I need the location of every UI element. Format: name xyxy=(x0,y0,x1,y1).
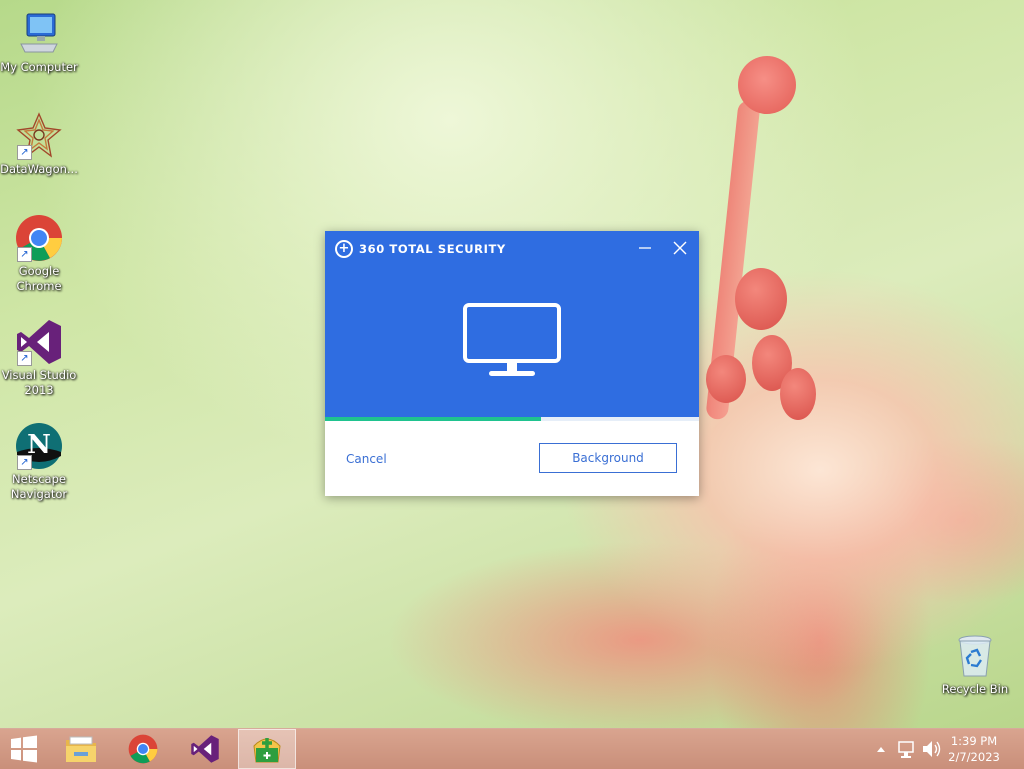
360-logo-icon: + xyxy=(335,240,353,258)
desktop: My Computer ↗ DataWagon... ↗ Google Chro… xyxy=(0,0,1024,728)
dialog-brand: + 360 TOTAL SECURITY xyxy=(335,240,506,258)
desktop-icon-label: DataWagon... xyxy=(0,162,78,176)
visual-studio-icon xyxy=(191,735,219,763)
desktop-icon-netscape[interactable]: N ↗ Netscape Navigator xyxy=(0,422,78,502)
computer-icon xyxy=(15,10,63,58)
chrome-icon: ↗ xyxy=(15,214,63,262)
desktop-icon-visual-studio[interactable]: ↗ Visual Studio 2013 xyxy=(0,318,78,398)
wallpaper-stamen xyxy=(780,368,816,420)
system-tray xyxy=(874,729,942,769)
chrome-icon xyxy=(128,734,158,764)
shortcut-arrow-icon: ↗ xyxy=(17,145,32,160)
dialog-header: + 360 TOTAL SECURITY xyxy=(325,231,699,417)
background-button[interactable]: Background xyxy=(539,443,677,473)
taskbar-file-explorer[interactable] xyxy=(52,729,110,769)
desktop-icon-datawagon[interactable]: ↗ DataWagon... xyxy=(0,112,78,177)
clock-date: 2/7/2023 xyxy=(948,750,1000,764)
360-security-dialog: + 360 TOTAL SECURITY Cancel Background xyxy=(325,231,699,496)
taskbar-visual-studio[interactable] xyxy=(176,729,234,769)
visual-studio-icon: ↗ xyxy=(15,318,63,366)
desktop-icon-label: Netscape Navigator xyxy=(10,472,68,501)
volume-icon[interactable] xyxy=(920,729,942,769)
dialog-title: 360 TOTAL SECURITY xyxy=(359,242,506,256)
shortcut-arrow-icon: ↗ xyxy=(17,351,32,366)
taskbar-clock[interactable]: 1:39 PM 2/7/2023 xyxy=(944,733,1004,765)
start-button[interactable] xyxy=(0,729,48,769)
cancel-link[interactable]: Cancel xyxy=(346,452,387,466)
wallpaper-stamen xyxy=(706,355,746,403)
desktop-icon-label: Recycle Bin xyxy=(941,682,1009,696)
close-icon xyxy=(673,241,687,255)
progress-bar xyxy=(325,417,699,421)
360-security-icon xyxy=(253,738,281,763)
taskbar-google-chrome[interactable] xyxy=(114,729,172,769)
network-icon[interactable] xyxy=(896,729,918,769)
taskbar-360-total-security[interactable] xyxy=(238,729,296,769)
minimize-icon xyxy=(639,247,651,249)
datawagon-icon: ↗ xyxy=(15,112,63,160)
wallpaper-flower-bud xyxy=(738,56,796,114)
wallpaper-stamen xyxy=(735,268,787,330)
monitor-icon xyxy=(463,303,561,383)
windows-start-icon xyxy=(11,735,37,763)
show-hidden-icons-icon[interactable] xyxy=(874,729,888,769)
file-explorer-icon xyxy=(66,736,96,762)
minimize-button[interactable] xyxy=(634,237,656,259)
desktop-icon-label: My Computer xyxy=(0,60,78,74)
shortcut-arrow-icon: ↗ xyxy=(17,455,32,470)
netscape-icon: N ↗ xyxy=(15,422,63,470)
clock-time: 1:39 PM xyxy=(950,734,998,748)
desktop-icon-recycle-bin[interactable]: Recycle Bin xyxy=(936,632,1014,697)
progress-bar-fill xyxy=(325,417,541,421)
shortcut-arrow-icon: ↗ xyxy=(17,247,32,262)
desktop-icon-my-computer[interactable]: My Computer xyxy=(0,10,78,75)
desktop-icon-label: Visual Studio 2013 xyxy=(1,368,77,397)
taskbar: 1:39 PM 2/7/2023 xyxy=(0,728,1024,769)
desktop-icon-label: Google Chrome xyxy=(16,264,62,293)
recycle-bin-icon xyxy=(951,632,999,680)
desktop-icon-google-chrome[interactable]: ↗ Google Chrome xyxy=(0,214,78,294)
close-button[interactable] xyxy=(669,237,691,259)
